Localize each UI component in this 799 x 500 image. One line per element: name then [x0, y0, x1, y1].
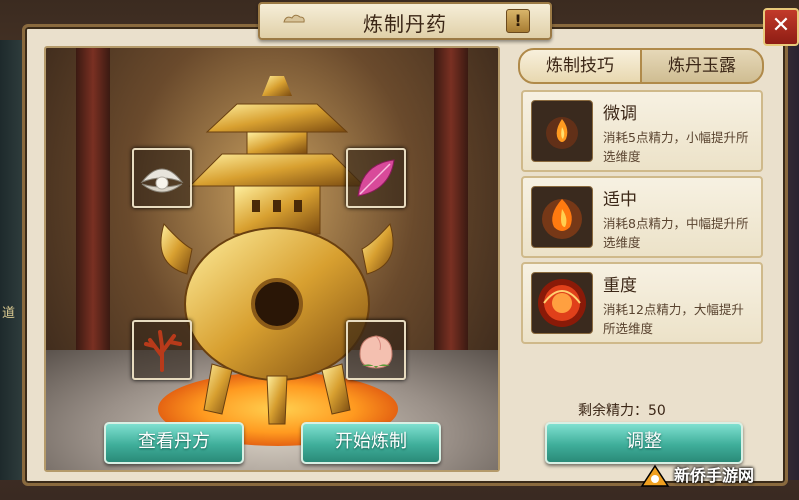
- tab-refine-skill[interactable]: 炼制技巧: [518, 48, 642, 84]
- hint-button[interactable]: !: [506, 9, 530, 33]
- start-refine-button[interactable]: 开始炼制: [301, 422, 441, 464]
- option-heavy[interactable]: 重度 消耗12点精力，大幅提升所选维度: [521, 262, 763, 344]
- ingredient-slot-pearl[interactable]: [132, 148, 192, 208]
- medium-flame-icon: [531, 186, 593, 248]
- title-plate: 炼制丹药 !: [258, 2, 552, 40]
- watermark-logo-icon: [640, 464, 670, 487]
- option-name: 微调: [603, 104, 637, 124]
- option-name: 适中: [603, 190, 637, 210]
- option-fine-tune[interactable]: 微调 消耗5点精力，小幅提升所选维度: [521, 90, 763, 172]
- pink-feather-icon: [357, 159, 395, 197]
- option-desc: 消耗5点精力，小幅提升所选维度: [603, 130, 749, 164]
- small-flame-icon: [531, 100, 593, 162]
- fire-orb-icon: [531, 272, 593, 334]
- ingredient-slot-coral[interactable]: [132, 320, 192, 380]
- option-desc: 消耗8点精力，中幅提升所选维度: [603, 216, 749, 250]
- peach-icon: [359, 335, 393, 369]
- option-desc: 消耗12点精力，大幅提升所选维度: [603, 302, 744, 336]
- remaining-stamina: 剩余精力：50: [578, 403, 666, 419]
- tab-elixir-dew[interactable]: 炼丹玉露: [640, 48, 764, 84]
- pearl-shell-icon: [140, 168, 184, 193]
- option-moderate[interactable]: 适中 消耗8点精力，中幅提升所选维度: [521, 176, 763, 258]
- red-coral-icon: [144, 330, 182, 372]
- tab-bar: 炼制技巧 炼丹玉露: [518, 48, 764, 84]
- left-side-glyph: 道: [2, 306, 16, 321]
- close-button[interactable]: ✕: [763, 8, 799, 46]
- cauldron-scene: 查看丹方 开始炼制: [44, 46, 500, 472]
- ingredient-slot-peach[interactable]: [346, 320, 406, 380]
- adjust-button[interactable]: 调整: [545, 422, 743, 464]
- ingredient-slot-feather[interactable]: [346, 148, 406, 208]
- watermark-text: 新侨手游网: [674, 466, 755, 485]
- site-watermark: 新侨手游网: [640, 462, 754, 494]
- golden-cauldron-icon: [160, 76, 394, 425]
- view-recipe-button[interactable]: 查看丹方: [104, 422, 244, 464]
- option-name: 重度: [603, 276, 637, 296]
